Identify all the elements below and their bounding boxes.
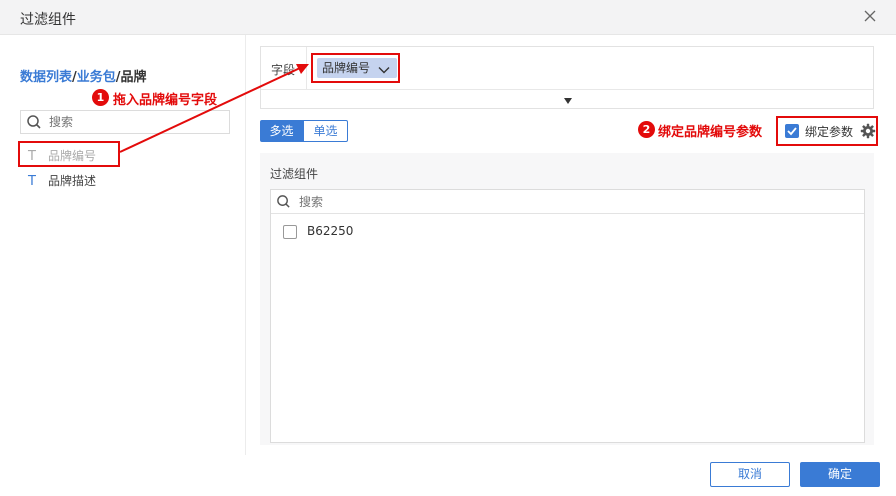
confirm-button[interactable]: 确定 — [800, 462, 880, 487]
expand-down-icon[interactable] — [563, 94, 573, 104]
cancel-button[interactable]: 取消 — [710, 462, 790, 487]
filter-component-preview: 过滤组件 B62250 — [260, 153, 874, 445]
annotation-text-1: 拖入品牌编号字段 — [113, 93, 218, 108]
field-area-label: 字段 — [271, 63, 296, 77]
annotation-badge-2: 2 — [638, 121, 655, 138]
breadcrumb-business-package[interactable]: 业务包 — [77, 70, 116, 85]
mode-multi-select-button[interactable]: 多选 — [260, 120, 303, 142]
option-label: B62250 — [307, 224, 354, 238]
breadcrumb-data-list[interactable]: 数据列表 — [20, 70, 72, 85]
annotation-highlight-bind — [776, 116, 878, 146]
option-search-input[interactable] — [299, 193, 599, 211]
annotation-badge-1: 1 — [92, 89, 109, 106]
option-checkbox[interactable] — [283, 225, 297, 239]
divider — [306, 47, 307, 89]
mode-single-select-button[interactable]: 单选 — [303, 120, 348, 142]
filter-option-list: B62250 — [270, 189, 865, 443]
field-search-box[interactable] — [20, 110, 230, 134]
field-item-label: 品牌描述 — [48, 174, 97, 188]
field-item-brand-desc[interactable]: T 品牌描述 — [28, 172, 96, 192]
annotation-highlight-chip — [311, 53, 400, 83]
annotation-text-2: 绑定品牌编号参数 — [658, 125, 763, 140]
annotation-highlight-field — [18, 141, 120, 167]
dialog-header: 过滤组件 — [0, 0, 896, 35]
component-title: 过滤组件 — [270, 167, 319, 181]
search-icon — [276, 194, 291, 209]
dialog-title: 过滤组件 — [20, 12, 76, 28]
text-type-icon: T — [28, 174, 36, 189]
breadcrumb-current: 品牌 — [120, 70, 147, 85]
divider — [261, 89, 873, 90]
option-search-box[interactable] — [271, 190, 864, 214]
breadcrumb: 数据列表/业务包/品牌 — [20, 66, 147, 85]
field-search-input[interactable] — [49, 113, 219, 131]
close-icon[interactable] — [862, 8, 878, 24]
search-icon — [26, 114, 42, 130]
